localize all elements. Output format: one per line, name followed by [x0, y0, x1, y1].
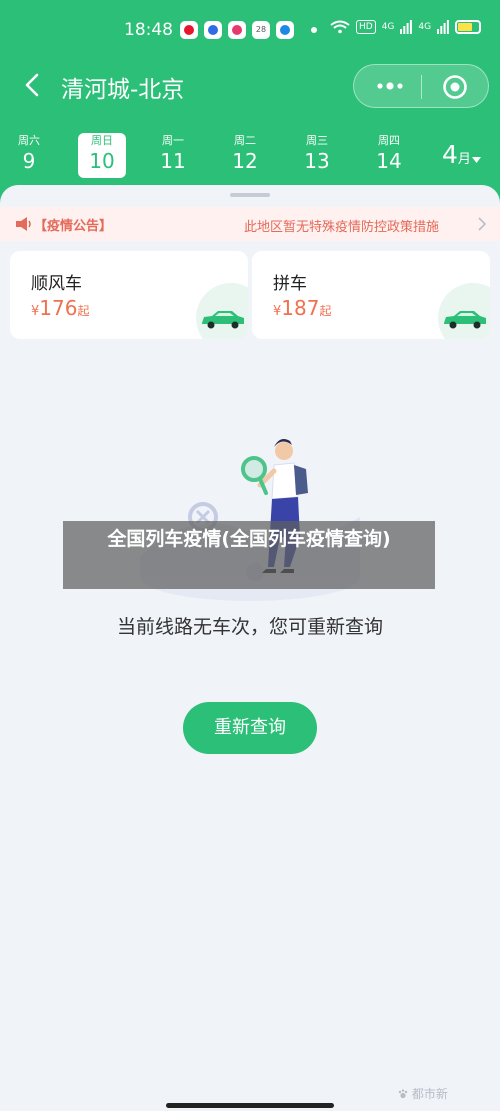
browser-icon [276, 21, 294, 39]
hd-badge: HD [356, 20, 376, 34]
date-weekday: 周日 [91, 134, 113, 147]
date-day: 14 [376, 149, 402, 173]
ride-card-hitchhike[interactable]: 顺风车 ¥176起 [10, 251, 248, 339]
date-weekday: 周四 [378, 134, 400, 147]
calendar-icon: 28 [252, 21, 270, 39]
notification-dot-icon [311, 27, 317, 33]
card-price: ¥176起 [31, 296, 89, 320]
content-sheet: 【疫情公告】 此地区暂无特殊疫情防控政策措施 顺风车 ¥176起 拼车 ¥187… [0, 185, 500, 1111]
caption-overlay: 全国列车疫情(全国列车疫情查询) [63, 521, 435, 589]
back-arrow-icon[interactable] [18, 70, 48, 100]
target-close-icon[interactable] [442, 74, 468, 100]
month-unit: 月 [457, 152, 471, 167]
caret-down-icon [471, 157, 481, 163]
drag-handle[interactable] [230, 193, 270, 197]
weibo-icon [180, 21, 198, 39]
date-day: 11 [160, 149, 186, 173]
baidu-icon [204, 21, 222, 39]
watermark-text: 都市新 [411, 1087, 448, 1101]
notice-text: 此地区暂无特殊疫情防控政策措施 [244, 220, 440, 235]
card-title: 顺风车 [31, 274, 82, 294]
retry-search-button[interactable]: 重新查询 [183, 702, 317, 754]
more-dots-icon[interactable] [374, 75, 406, 97]
megaphone-icon [16, 217, 31, 231]
price-value: 187 [281, 296, 320, 320]
signal-label-1: 4G [381, 22, 395, 32]
date-weekday: 周二 [234, 134, 256, 147]
paw-icon [398, 1089, 408, 1099]
empty-state-message: 当前线路无车次，您可重新查询 [116, 616, 383, 638]
ride-card-carpool[interactable]: 拼车 ¥187起 [252, 251, 490, 339]
car-icon [202, 311, 244, 329]
signal-label-2: 4G [418, 22, 432, 32]
date-day: 9 [22, 149, 36, 173]
date-item-sun-selected[interactable]: 周日 10 [78, 133, 126, 178]
date-item-wed[interactable]: 周三 13 [293, 133, 341, 178]
date-item-sat[interactable]: 周六 9 [5, 133, 53, 178]
price-suffix: 起 [319, 304, 332, 318]
watermark: 都市新 [398, 1085, 448, 1102]
price-suffix: 起 [77, 304, 90, 318]
date-weekday: 周一 [162, 134, 184, 147]
month-value: 4 [442, 140, 458, 169]
battery-icon [455, 20, 482, 34]
date-weekday: 周三 [306, 134, 328, 147]
price-value: 176 [39, 296, 78, 320]
notice-bar[interactable]: 【疫情公告】 此地区暂无特殊疫情防控政策措施 [0, 207, 500, 241]
signal-icon [400, 20, 413, 34]
car-icon [444, 311, 486, 329]
home-indicator[interactable] [166, 1103, 334, 1108]
date-day: 10 [89, 149, 115, 173]
date-item-thu[interactable]: 周四 14 [365, 133, 413, 178]
date-item-mon[interactable]: 周一 11 [149, 133, 197, 178]
card-price: ¥187起 [273, 296, 331, 320]
month-picker[interactable]: 4月 [442, 140, 481, 169]
date-item-tue[interactable]: 周二 12 [221, 133, 269, 178]
notice-title: 【疫情公告】 [34, 219, 113, 234]
mini-program-capsule [353, 64, 489, 108]
wifi-icon [330, 20, 350, 34]
card-title: 拼车 [273, 274, 307, 294]
capsule-divider [421, 75, 422, 99]
date-day: 12 [232, 149, 258, 173]
date-day: 13 [304, 149, 330, 173]
app-icon [228, 21, 246, 39]
chevron-right-icon [478, 217, 487, 231]
date-weekday: 周六 [18, 134, 40, 147]
page-title: 清河城-北京 [61, 77, 185, 103]
status-time: 18:48 [124, 20, 173, 40]
status-bar: 18:48 28 HD 4G 4G [0, 18, 500, 44]
signal-icon [437, 20, 450, 34]
